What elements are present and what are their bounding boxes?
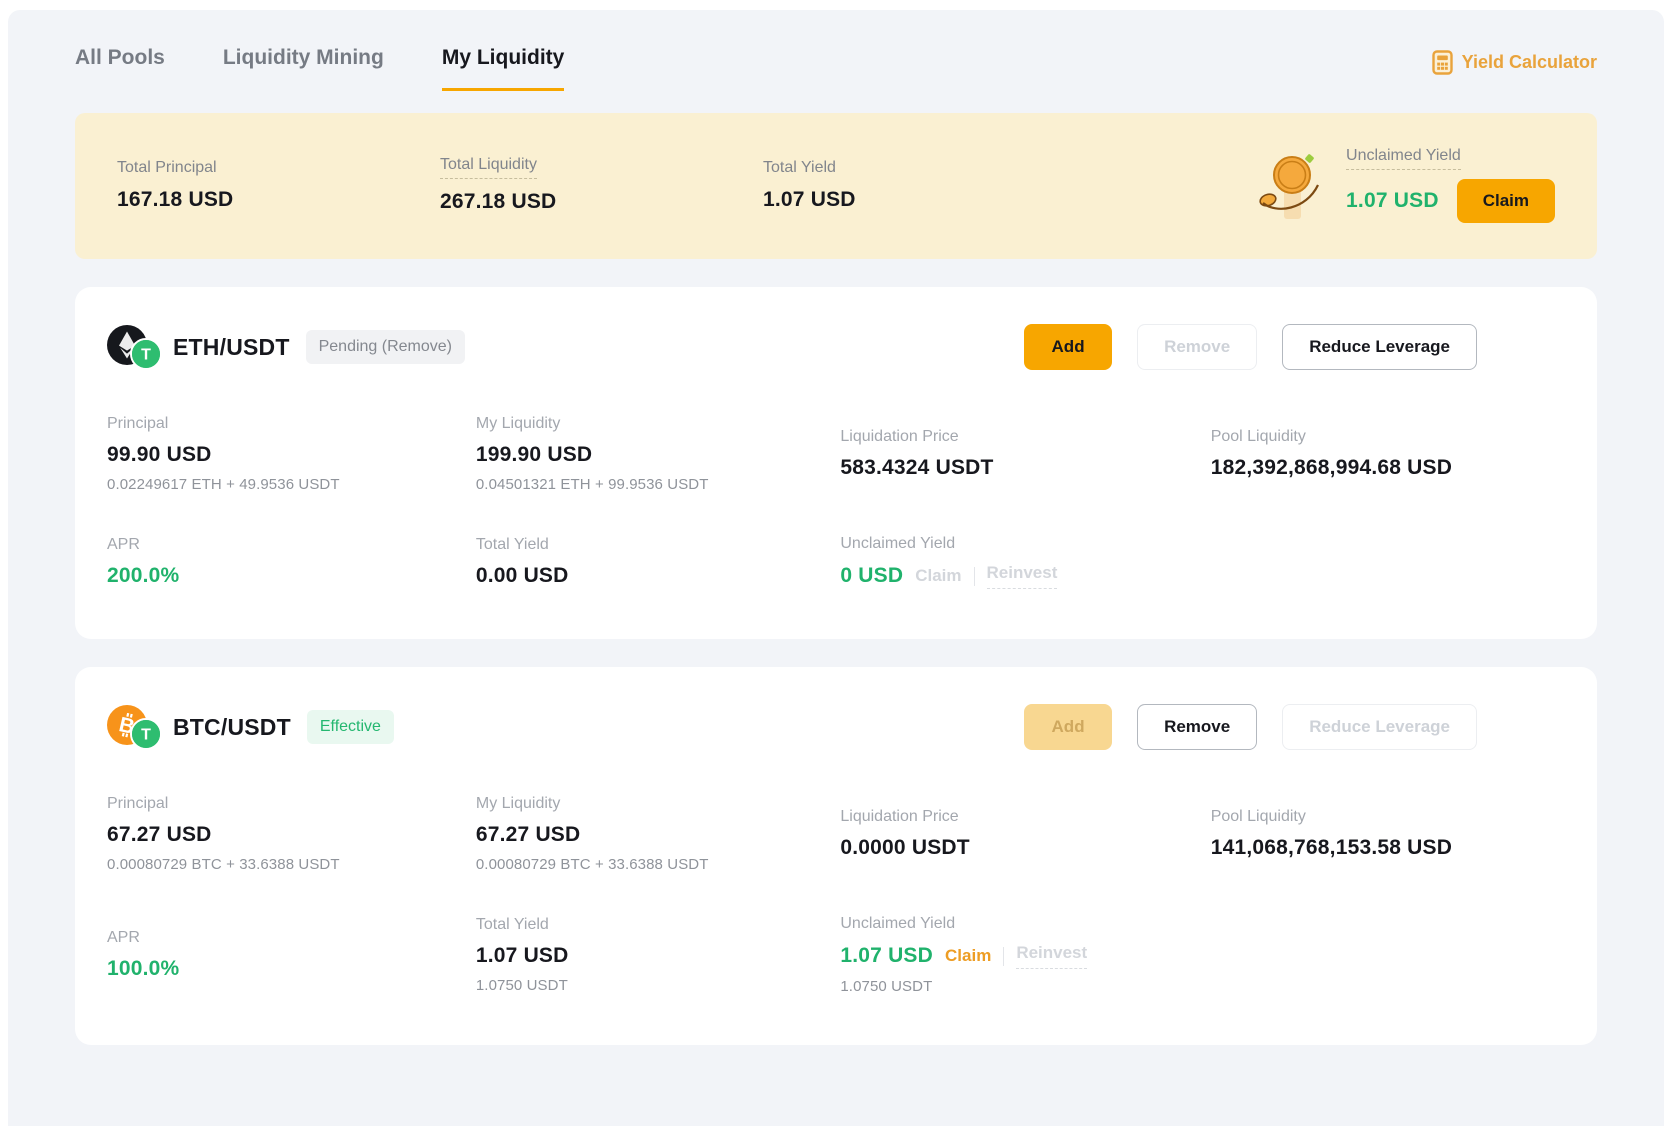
pool-liquidity-stat: Pool Liquidity 182,392,868,994.68 USD — [1211, 428, 1565, 480]
pool-card-btc-usdt: B T BTC/USDT Effective Add Remove Reduce… — [75, 667, 1597, 1045]
my-liquidity-label: My Liquidity — [476, 795, 841, 813]
liquidation-price-stat: Liquidation Price 583.4324 USDT — [840, 428, 1210, 480]
total-yield-label: Total Yield — [476, 536, 841, 554]
principal-label: Principal — [107, 415, 476, 433]
pair-name: ETH/USDT — [173, 334, 290, 361]
reinvest-link[interactable]: Reinvest — [987, 563, 1058, 589]
total-yield-value: 1.07 USD — [763, 188, 1086, 212]
apr-stat: APR 200.0% — [107, 536, 476, 588]
total-liquidity-label[interactable]: Total Liquidity — [440, 156, 537, 179]
unclaimed-yield-stat: Unclaimed Yield 0 USD Claim Reinvest — [840, 535, 1210, 589]
divider — [974, 567, 975, 586]
total-yield-value: 0.00 USD — [476, 564, 841, 588]
coin-stack-icon — [1256, 147, 1324, 223]
apr-label: APR — [107, 929, 476, 947]
total-liquidity-value: 267.18 USD — [440, 190, 763, 214]
unclaimed-yield-label[interactable]: Unclaimed Yield — [1346, 147, 1461, 170]
usdt-icon: T — [130, 338, 162, 370]
remove-button[interactable]: Remove — [1137, 324, 1257, 370]
reinvest-link[interactable]: Reinvest — [1016, 943, 1087, 969]
my-liquidity-stat: My Liquidity 199.90 USD 0.04501321 ETH +… — [476, 415, 841, 493]
unclaimed-yield-stat: Unclaimed Yield 1.07 USD Claim Reinvest … — [840, 915, 1210, 995]
status-badge: Pending (Remove) — [306, 330, 465, 364]
principal-detail: 0.00080729 BTC + 33.6388 USDT — [107, 856, 476, 873]
svg-text:T: T — [141, 347, 151, 364]
my-liquidity-label: My Liquidity — [476, 415, 841, 433]
tab-my-liquidity[interactable]: My Liquidity — [442, 46, 565, 91]
unclaimed-yield-value: 1.07 USD — [1346, 189, 1439, 213]
pool-liquidity-stat: Pool Liquidity 141,068,768,153.58 USD — [1211, 808, 1565, 860]
unclaimed-yield-detail: 1.0750 USDT — [840, 978, 1210, 995]
add-button[interactable]: Add — [1024, 324, 1112, 370]
my-liquidity-stat: My Liquidity 67.27 USD 0.00080729 BTC + … — [476, 795, 841, 873]
svg-text:T: T — [141, 727, 151, 744]
principal-value: 99.90 USD — [107, 443, 476, 467]
unclaimed-yield-value: 0 USD — [840, 564, 903, 588]
pool-liquidity-value: 141,068,768,153.58 USD — [1211, 836, 1565, 860]
claim-button[interactable]: Claim — [1457, 179, 1555, 223]
unclaimed-yield-value: 1.07 USD — [840, 944, 933, 968]
unclaimed-yield-label: Unclaimed Yield — [840, 915, 1210, 933]
total-principal-label: Total Principal — [117, 159, 217, 176]
liquidation-price-label: Liquidation Price — [840, 808, 1210, 826]
page-background: All Pools Liquidity Mining My Liquidity … — [8, 10, 1664, 1126]
principal-stat: Principal 99.90 USD 0.02249617 ETH + 49.… — [107, 415, 476, 493]
tab-all-pools[interactable]: All Pools — [75, 46, 165, 88]
total-yield-label: Total Yield — [763, 159, 836, 176]
yield-calculator-label: Yield Calculator — [1462, 52, 1597, 73]
total-yield-detail: 1.0750 USDT — [476, 977, 841, 994]
reduce-leverage-button[interactable]: Reduce Leverage — [1282, 704, 1477, 750]
pair-name: BTC/USDT — [173, 714, 291, 741]
principal-value: 67.27 USD — [107, 823, 476, 847]
liquidation-price-label: Liquidation Price — [840, 428, 1210, 446]
total-principal-value: 167.18 USD — [117, 188, 440, 212]
my-liquidity-value: 67.27 USD — [476, 823, 841, 847]
pool-liquidity-value: 182,392,868,994.68 USD — [1211, 456, 1565, 480]
liquidation-price-value: 583.4324 USDT — [840, 456, 1210, 480]
apr-stat: APR 100.0% — [107, 929, 476, 981]
principal-detail: 0.02249617 ETH + 49.9536 USDT — [107, 476, 476, 493]
total-liquidity-block: Total Liquidity 267.18 USD — [440, 156, 763, 214]
total-yield-block: Total Yield 1.07 USD — [763, 159, 1086, 212]
claim-link[interactable]: Claim — [915, 566, 961, 586]
calculator-icon — [1432, 50, 1453, 75]
total-yield-value: 1.07 USD — [476, 944, 841, 968]
pair-icons: B T — [107, 703, 167, 751]
yield-calculator-link[interactable]: Yield Calculator — [1432, 46, 1597, 75]
apr-label: APR — [107, 536, 476, 554]
pair-icons: T — [107, 323, 167, 371]
total-yield-stat: Total Yield 0.00 USD — [476, 536, 841, 588]
unclaimed-yield-block: Unclaimed Yield 1.07 USD Claim — [1346, 147, 1555, 223]
status-badge: Effective — [307, 710, 394, 744]
tab-liquidity-mining[interactable]: Liquidity Mining — [223, 46, 384, 88]
reduce-leverage-button[interactable]: Reduce Leverage — [1282, 324, 1477, 370]
summary-banner: Total Principal 167.18 USD Total Liquidi… — [75, 113, 1597, 259]
my-liquidity-detail: 0.04501321 ETH + 99.9536 USDT — [476, 476, 841, 493]
pool-liquidity-label: Pool Liquidity — [1211, 808, 1565, 826]
add-button[interactable]: Add — [1024, 704, 1112, 750]
apr-value: 200.0% — [107, 564, 476, 588]
my-liquidity-value: 199.90 USD — [476, 443, 841, 467]
divider — [1003, 947, 1004, 966]
claim-link[interactable]: Claim — [945, 946, 991, 966]
usdt-icon: T — [130, 718, 162, 750]
pool-card-eth-usdt: T ETH/USDT Pending (Remove) Add Remove R… — [75, 287, 1597, 639]
remove-button[interactable]: Remove — [1137, 704, 1257, 750]
pool-liquidity-label: Pool Liquidity — [1211, 428, 1565, 446]
my-liquidity-detail: 0.00080729 BTC + 33.6388 USDT — [476, 856, 841, 873]
unclaimed-yield-label: Unclaimed Yield — [840, 535, 1210, 553]
total-principal-block: Total Principal 167.18 USD — [117, 159, 440, 212]
liquidation-price-stat: Liquidation Price 0.0000 USDT — [840, 808, 1210, 860]
apr-value: 100.0% — [107, 957, 476, 981]
principal-stat: Principal 67.27 USD 0.00080729 BTC + 33.… — [107, 795, 476, 873]
tabs-bar: All Pools Liquidity Mining My Liquidity … — [75, 10, 1597, 91]
liquidation-price-value: 0.0000 USDT — [840, 836, 1210, 860]
total-yield-stat: Total Yield 1.07 USD 1.0750 USDT — [476, 916, 841, 994]
principal-label: Principal — [107, 795, 476, 813]
total-yield-label: Total Yield — [476, 916, 841, 934]
